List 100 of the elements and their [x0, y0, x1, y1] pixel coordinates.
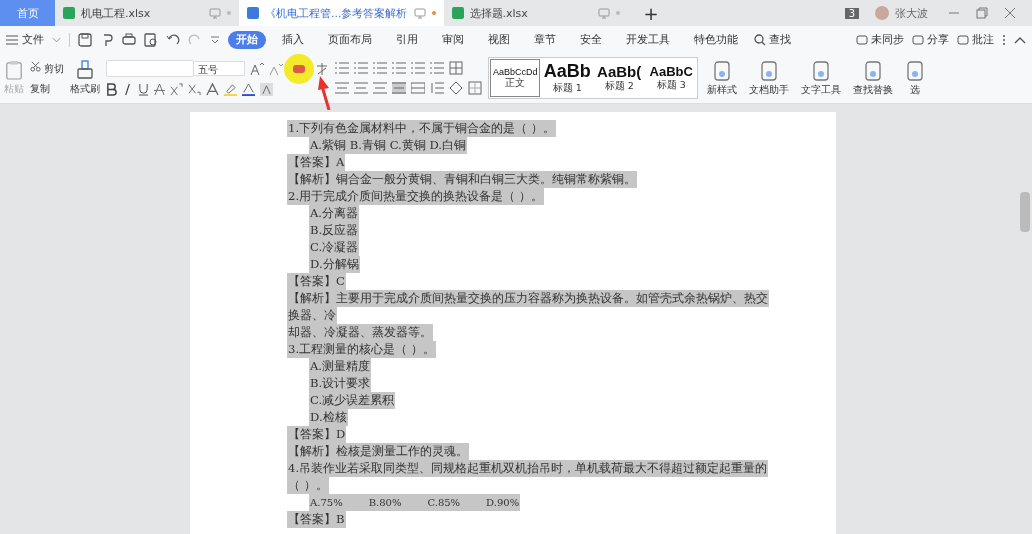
more-icon[interactable]: [1002, 33, 1006, 46]
ribbon-tab[interactable]: 特色功能: [686, 30, 746, 49]
ribbon-tab[interactable]: 章节: [526, 30, 564, 49]
distributed-icon[interactable]: [411, 82, 426, 94]
new-tab-button[interactable]: +: [643, 2, 659, 24]
document-text: A.测量精度: [309, 358, 372, 375]
toolbar-button[interactable]: 未同步: [856, 32, 904, 47]
ribbon-tab[interactable]: 插入: [274, 30, 312, 49]
ribbon-tab[interactable]: 开始: [228, 30, 266, 49]
list-icon[interactable]: [373, 62, 388, 74]
ribbon-tab[interactable]: 页面布局: [320, 30, 380, 49]
search-button[interactable]: 查找: [754, 32, 791, 47]
pointer-arrow: [316, 76, 332, 110]
ribbon-tool-button[interactable]: 新样式: [704, 59, 741, 97]
toolbar-button[interactable]: 批注: [957, 32, 994, 47]
list-icon[interactable]: [392, 62, 407, 74]
user-name[interactable]: 张大波: [895, 5, 928, 21]
ribbon-tool-button[interactable]: 查找替换: [850, 59, 897, 97]
character-shading-icon[interactable]: [260, 83, 274, 96]
ribbon-tab[interactable]: 视图: [480, 30, 518, 49]
toolbar-button[interactable]: 分享: [912, 32, 949, 47]
format-painter-button[interactable]: 格式刷: [70, 82, 101, 96]
ribbon-tool-button[interactable]: 文字工具: [798, 59, 845, 97]
monitor-icon[interactable]: [413, 7, 426, 19]
document-file-icon: [247, 7, 259, 19]
document-text: 【解析】检核是测量工作的灵魂。: [287, 443, 469, 460]
copy-button[interactable]: 复制: [30, 81, 65, 96]
bold-icon[interactable]: [106, 83, 118, 96]
ribbon-tab[interactable]: 安全: [572, 30, 610, 49]
list-icon[interactable]: [411, 62, 426, 74]
document-text: A.紫铜 B.青铜 C.黄铜 D.白铜: [309, 137, 468, 154]
document-tab[interactable]: 选择题.xlsx: [443, 0, 628, 26]
align-icon[interactable]: [335, 82, 350, 94]
phonetic-icon[interactable]: [315, 61, 330, 76]
status-dot: [227, 11, 231, 15]
ribbon-tool-button[interactable]: 文档助手: [746, 59, 793, 97]
collapse-icon[interactable]: [1014, 35, 1026, 44]
strikethrough-icon[interactable]: [154, 83, 166, 96]
text-effect-icon[interactable]: [206, 83, 220, 96]
document-text: 4.吊装作业若采取同类型、同规格起重机双机抬吊时，单机载荷最大不得超过额定起重量的: [287, 460, 769, 477]
save-icon[interactable]: [78, 32, 92, 47]
document-tab[interactable]: 机电工程.xlsx: [55, 0, 239, 26]
table-icon[interactable]: [449, 61, 464, 75]
restore-icon[interactable]: [976, 7, 988, 19]
subscript-icon[interactable]: [188, 83, 202, 96]
scissors-icon: [30, 60, 41, 72]
window-count-badge[interactable]: 3: [844, 7, 859, 19]
tool-icon: [905, 59, 926, 82]
document-text: 【答案】B: [287, 511, 346, 528]
highlight-icon[interactable]: [224, 83, 238, 96]
file-menu[interactable]: 文件: [22, 32, 44, 47]
align-icon[interactable]: [354, 82, 369, 94]
spreadsheet-file-icon: [63, 7, 75, 19]
underline-icon[interactable]: [138, 83, 150, 96]
font-grow-icon[interactable]: [250, 61, 265, 76]
monitor-icon[interactable]: [597, 7, 610, 19]
document-tab[interactable]: 《机电工程管...参考答案解析: [239, 0, 444, 26]
style-option[interactable]: AaBbC 标题 3: [645, 58, 698, 98]
list-icon[interactable]: [430, 62, 445, 74]
ribbon-tab[interactable]: 引用: [388, 30, 426, 49]
style-option[interactable]: AaBb( 标题 2: [593, 58, 646, 98]
document-text: B.反应器: [309, 222, 360, 239]
monitor-icon[interactable]: [209, 7, 221, 19]
align-icon[interactable]: [373, 82, 388, 94]
font-size-field[interactable]: 五号: [193, 61, 246, 76]
document-text: D.分解锅: [309, 256, 360, 273]
redo-icon[interactable]: [188, 32, 202, 47]
highlighted-clear-format-icon[interactable]: [284, 53, 315, 84]
document-text: C.减少误差累积: [309, 392, 396, 409]
document-text: 【答案】D: [287, 426, 347, 443]
font-color-icon[interactable]: [242, 83, 256, 96]
list-icon[interactable]: [354, 62, 369, 74]
list-icon[interactable]: [335, 62, 350, 74]
print-preview-icon[interactable]: [144, 32, 158, 47]
brush-icon[interactable]: [76, 60, 95, 80]
ribbon-tab[interactable]: 开发工具: [618, 30, 678, 49]
font-name-field[interactable]: [106, 60, 195, 77]
print-icon[interactable]: [122, 32, 136, 47]
toolbar-icon: [912, 33, 924, 46]
document-text: C.冷凝器: [309, 239, 360, 256]
undo-icon[interactable]: [166, 32, 180, 47]
menu-icon[interactable]: [6, 34, 18, 45]
chevron-down-icon[interactable]: [52, 36, 61, 43]
customize-icon[interactable]: [210, 34, 220, 45]
font-shrink-icon[interactable]: [269, 61, 284, 76]
style-option[interactable]: AaBb 标题 1: [541, 58, 594, 98]
paste-icon[interactable]: [5, 60, 23, 80]
document-text: B.设计要求: [309, 375, 372, 392]
scroll-thumb[interactable]: [1020, 192, 1030, 232]
superscript-icon[interactable]: [170, 83, 184, 96]
status-dot: [431, 11, 436, 15]
ribbon-tool-button[interactable]: 选: [902, 59, 929, 97]
close-icon[interactable]: [1004, 7, 1016, 19]
style-option[interactable]: AaBbCcDd 正文: [489, 58, 542, 98]
ribbon-tab[interactable]: 审阅: [434, 30, 472, 49]
shading-icon[interactable]: [449, 81, 464, 95]
option-text: A.75%: [310, 496, 343, 510]
cut-button[interactable]: 剪切: [30, 60, 65, 76]
avatar-icon[interactable]: [875, 6, 889, 20]
align-icon[interactable]: [392, 82, 407, 94]
